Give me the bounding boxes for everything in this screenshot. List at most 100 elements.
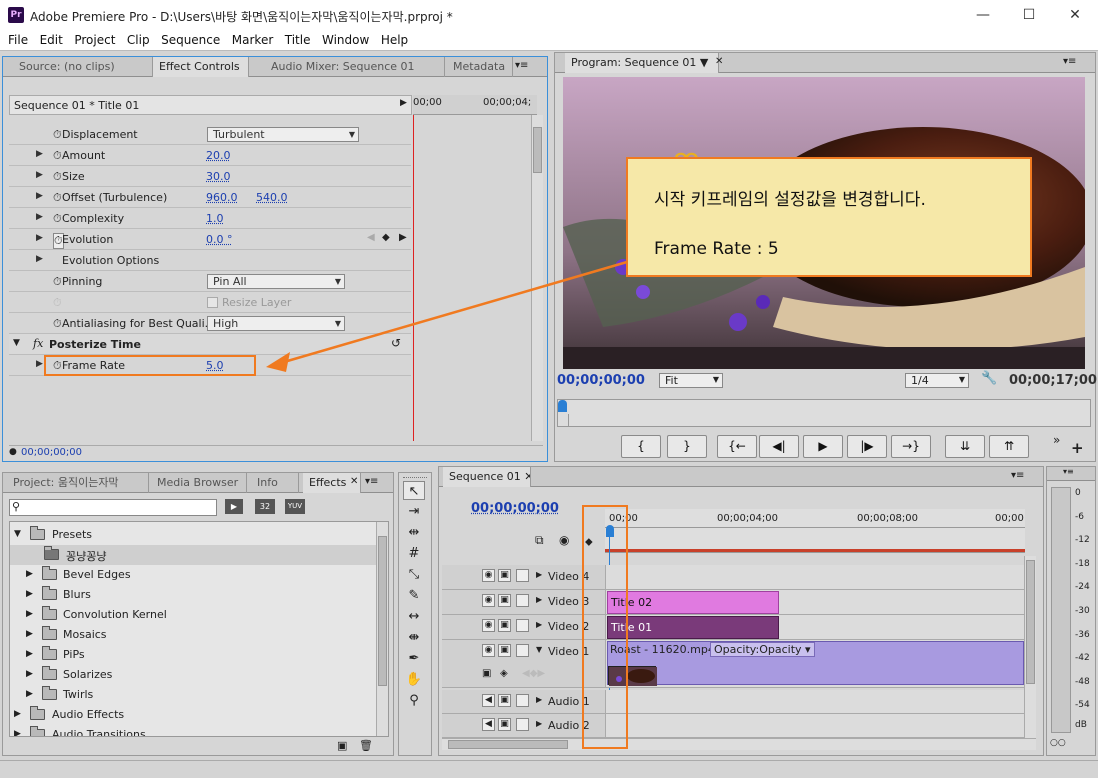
tree-item-pips[interactable]: ▶ PiPs xyxy=(10,645,375,665)
expand-triangle-icon[interactable]: ▶ xyxy=(36,149,43,159)
stopwatch-icon[interactable]: ⏱ xyxy=(53,149,62,163)
expand-triangle-icon[interactable]: ▶ xyxy=(36,359,43,369)
stopwatch-icon[interactable]: ⏱ xyxy=(53,128,62,142)
menu-marker[interactable]: Marker xyxy=(232,30,273,47)
keyframe-toggle-icon[interactable]: ◈ xyxy=(500,668,508,679)
zoom-tool-icon[interactable]: ⚲ xyxy=(403,691,425,710)
extract-button[interactable]: ⇈ xyxy=(989,435,1029,458)
keyframe-nav-icon[interactable]: ◀◆▶ xyxy=(522,668,545,679)
tree-item-twirls[interactable]: ▶ Twirls xyxy=(10,685,375,705)
more-controls-icon[interactable]: » xyxy=(1053,433,1060,447)
sync-lock-icon[interactable] xyxy=(516,644,529,657)
expand-triangle-icon[interactable]: ▶ xyxy=(26,649,33,659)
display-style-icon[interactable]: ▣ xyxy=(482,668,491,679)
tab-sequence[interactable]: Sequence 01 ✕ xyxy=(443,467,531,487)
tree-item-mosaics[interactable]: ▶ Mosaics xyxy=(10,625,375,645)
trash-icon[interactable]: 🗑 xyxy=(359,739,373,752)
eye-icon[interactable]: ◉ xyxy=(482,619,495,632)
tree-item-presets[interactable]: ▼ Presets xyxy=(10,525,375,545)
step-back-button[interactable]: ◀| xyxy=(759,435,799,458)
track-select-tool-icon[interactable]: ⇥ xyxy=(403,502,425,521)
complexity-value[interactable]: 1.0 xyxy=(206,212,224,225)
sync-lock-icon[interactable] xyxy=(516,718,529,731)
lock-icon[interactable]: ▣ xyxy=(498,644,511,657)
timeline-horizontal-scrollbar[interactable] xyxy=(442,738,1036,750)
yuv-effects-icon[interactable]: YUV xyxy=(285,499,305,514)
clip-title-01[interactable]: Title 01 xyxy=(607,616,779,639)
lift-button[interactable]: ⇊ xyxy=(945,435,985,458)
antialiasing-dropdown[interactable]: High ▼ xyxy=(207,316,345,331)
sync-lock-icon[interactable] xyxy=(516,694,529,707)
menu-edit[interactable]: Edit xyxy=(40,30,63,47)
mark-out-button[interactable]: } xyxy=(667,435,707,458)
eye-icon[interactable]: ◉ xyxy=(482,569,495,582)
tree-item-solarizes[interactable]: ▶ Solarizes xyxy=(10,665,375,685)
size-value[interactable]: 30.0 xyxy=(206,170,231,183)
collapse-triangle-icon[interactable]: ▼ xyxy=(536,645,542,654)
tab-info[interactable]: Info xyxy=(251,473,299,493)
ec-expand-icon[interactable]: ▶ xyxy=(400,98,407,108)
expand-triangle-icon[interactable]: ▶ xyxy=(26,669,33,679)
expand-triangle-icon[interactable]: ▶ xyxy=(536,595,542,604)
add-button-icon[interactable]: + xyxy=(1071,439,1084,457)
expand-triangle-icon[interactable]: ▶ xyxy=(536,695,542,704)
go-to-out-button[interactable]: →} xyxy=(891,435,931,458)
mark-in-button[interactable]: { xyxy=(621,435,661,458)
timeline-vertical-scrollbar[interactable] xyxy=(1024,556,1036,738)
hand-tool-icon[interactable]: ✋ xyxy=(403,670,425,689)
expand-triangle-icon[interactable]: ▶ xyxy=(26,569,33,579)
menu-window[interactable]: Window xyxy=(322,30,369,47)
program-scrub-bar[interactable] xyxy=(557,399,1091,427)
tab-project[interactable]: Project: 움직이는자막 xyxy=(7,473,149,493)
scroll-thumb[interactable] xyxy=(1026,560,1035,684)
tree-item-audio-effects[interactable]: ▶ Audio Effects xyxy=(10,705,375,725)
slip-tool-icon[interactable]: ↔ xyxy=(403,607,425,626)
amount-value[interactable]: 20.0 xyxy=(206,149,231,162)
expand-triangle-icon[interactable]: ▶ xyxy=(536,719,542,728)
close-tab-icon[interactable]: ✕ xyxy=(524,470,530,483)
panel-menu-icon[interactable]: ▾≡ xyxy=(515,60,528,71)
ec-timecode[interactable]: 00;00;00;00 xyxy=(21,447,82,458)
expand-triangle-icon[interactable]: ▶ xyxy=(536,620,542,629)
offset-x-value[interactable]: 960.0 xyxy=(206,191,238,204)
sync-lock-icon[interactable] xyxy=(516,594,529,607)
32bit-effects-icon[interactable]: 32 xyxy=(255,499,275,514)
tab-metadata[interactable]: Metadata xyxy=(447,57,513,77)
stopwatch-icon[interactable]: ⏱ xyxy=(53,191,62,205)
eye-icon[interactable]: ◉ xyxy=(482,594,495,607)
pen-tool-icon[interactable]: ✒ xyxy=(403,649,425,668)
tree-item-blurs[interactable]: ▶ Blurs xyxy=(10,585,375,605)
menu-title[interactable]: Title xyxy=(285,30,311,47)
lock-icon[interactable]: ▣ xyxy=(498,569,511,582)
ec-scrollbar[interactable] xyxy=(531,115,543,441)
stopwatch-icon[interactable]: ⏱ xyxy=(53,212,62,226)
expand-triangle-icon[interactable]: ▶ xyxy=(36,170,43,180)
program-current-timecode[interactable]: 00;00;00;00 xyxy=(557,373,645,388)
tree-item-custom-preset[interactable]: 꽁냥꽁냥 xyxy=(10,545,376,565)
rate-stretch-tool-icon[interactable]: ⤡ xyxy=(403,565,425,584)
go-to-in-button[interactable]: {← xyxy=(717,435,757,458)
rolling-edit-tool-icon[interactable]: # xyxy=(403,544,425,563)
expand-triangle-icon[interactable]: ▶ xyxy=(26,689,33,699)
collapse-triangle-icon[interactable]: ▼ xyxy=(13,338,20,348)
menu-help[interactable]: Help xyxy=(381,30,408,47)
panel-menu-icon[interactable]: ▾≡ xyxy=(1011,470,1024,481)
tab-program[interactable]: Program: Sequence 01 ▼ xyxy=(565,53,719,73)
tab-source[interactable]: Source: (no clips) xyxy=(13,57,153,77)
tree-item-audio-transitions[interactable]: ▶ Audio Transitions xyxy=(10,725,375,736)
prev-keyframe-icon[interactable]: ◀ xyxy=(367,232,375,243)
clip-title-02[interactable]: Title 02 xyxy=(607,591,779,614)
resolution-dropdown[interactable]: 1/4 ▼ xyxy=(905,373,969,388)
timeline-ruler[interactable]: 00;00 00;00;04;00 00;00;08;00 00;00 xyxy=(605,509,1025,553)
lock-icon[interactable]: ▣ xyxy=(498,718,511,731)
expand-triangle-icon[interactable]: ▶ xyxy=(14,729,21,736)
expand-triangle-icon[interactable]: ▶ xyxy=(36,212,43,222)
offset-y-value[interactable]: 540.0 xyxy=(256,191,288,204)
menu-clip[interactable]: Clip xyxy=(127,30,150,47)
accelerated-effects-icon[interactable]: ▶ xyxy=(225,499,243,514)
sync-lock-icon[interactable] xyxy=(516,569,529,582)
expand-triangle-icon[interactable]: ▶ xyxy=(26,609,33,619)
eye-icon[interactable]: ◉ xyxy=(482,644,495,657)
expand-triangle-icon[interactable]: ▶ xyxy=(36,254,43,264)
reset-icon[interactable]: ↺ xyxy=(391,336,401,350)
